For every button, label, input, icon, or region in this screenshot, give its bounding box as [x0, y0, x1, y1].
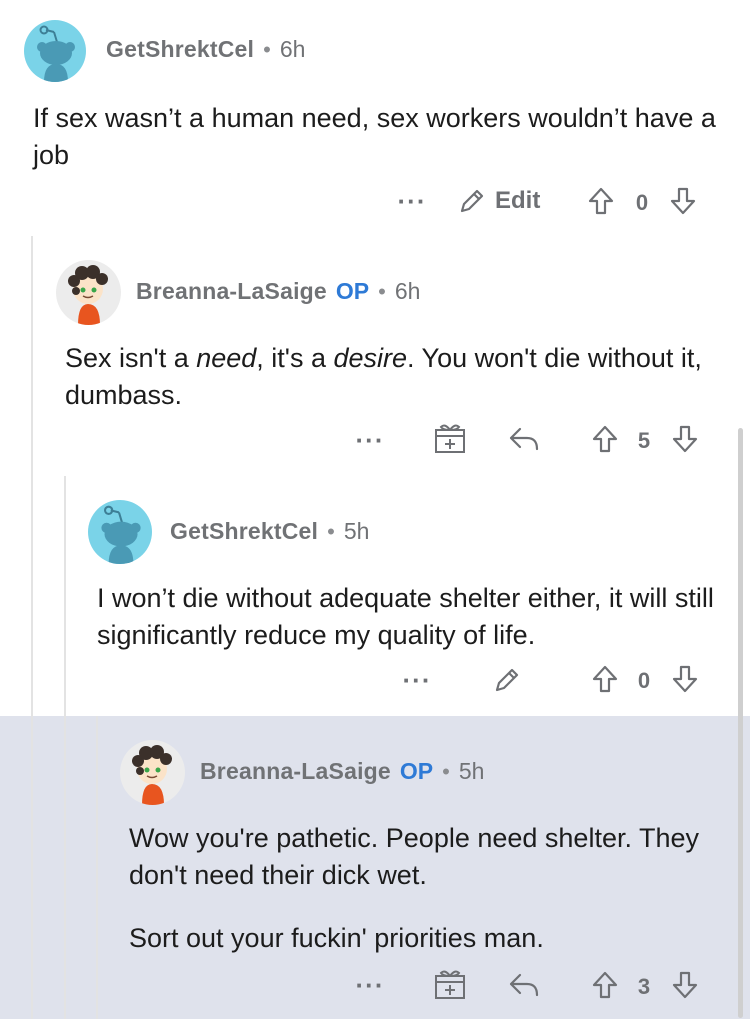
timestamp: 5h — [343, 518, 370, 544]
comment-paragraph: Wow you're pathetic. People need shelter… — [129, 823, 700, 890]
arrow-up-icon — [591, 424, 619, 454]
meta-separator: • — [442, 758, 450, 784]
edit-label: Edit — [495, 187, 541, 214]
thread-line-level-3[interactable] — [96, 716, 98, 1019]
snoo-avatar[interactable] — [88, 500, 152, 564]
timestamp: 6h — [394, 278, 421, 304]
vote-score: 5 — [637, 428, 651, 453]
reply-button[interactable] — [506, 968, 542, 1000]
emphasis-text: need — [196, 343, 257, 373]
downvote-button[interactable] — [668, 184, 698, 218]
upvote-button[interactable] — [590, 422, 620, 456]
more-options-button[interactable]: ··· — [390, 186, 434, 216]
meta-separator: • — [327, 518, 335, 544]
more-options-button[interactable]: ··· — [348, 425, 392, 455]
comment-meta: Breanna-LaSaige OP • 5h — [200, 758, 484, 785]
arrow-down-icon — [671, 424, 699, 454]
timestamp: 5h — [458, 758, 485, 784]
vote-score: 0 — [637, 668, 651, 693]
downvote-button[interactable] — [670, 662, 700, 696]
upvote-button[interactable] — [590, 968, 620, 1002]
thread-line-level-1[interactable] — [31, 236, 33, 1019]
custom-avatar[interactable] — [120, 740, 185, 805]
arrow-up-icon — [591, 970, 619, 1000]
vote-score: 0 — [635, 190, 649, 215]
comment-paragraph: Sort out your fuckin' priorities man. — [129, 923, 544, 953]
award-button[interactable] — [432, 966, 468, 1002]
timestamp: 6h — [279, 36, 306, 62]
username[interactable]: GetShrektCel — [170, 518, 318, 545]
username[interactable]: Breanna-LaSaige — [136, 278, 327, 305]
more-options-button[interactable]: ··· — [395, 665, 439, 695]
arrow-down-icon — [671, 970, 699, 1000]
text-run: Sex isn't a — [65, 343, 197, 373]
arrow-down-icon — [669, 186, 697, 216]
username[interactable]: Breanna-LaSaige — [200, 758, 391, 785]
comment-meta: GetShrektCel • 5h — [170, 518, 369, 545]
downvote-button[interactable] — [670, 422, 700, 456]
gift-icon — [433, 421, 467, 455]
meta-separator: • — [263, 36, 271, 62]
arrow-up-icon — [591, 664, 619, 694]
comment-body: If sex wasn’t a human need, sex workers … — [33, 103, 716, 170]
pencil-icon — [492, 665, 522, 695]
edit-button[interactable]: Edit — [457, 183, 540, 219]
arrow-down-icon — [671, 664, 699, 694]
pencil-icon — [457, 186, 487, 216]
text-run: , it's a — [256, 343, 334, 373]
scrollbar[interactable] — [738, 428, 743, 1018]
op-badge: OP — [399, 758, 434, 784]
vote-score: 3 — [637, 974, 651, 999]
emphasis-text: desire — [333, 343, 408, 373]
comment-body: Sex isn't a need, it's a desire. You won… — [65, 340, 715, 414]
reply-button[interactable] — [506, 422, 542, 454]
reply-arrow-icon — [507, 969, 541, 999]
comment-meta: GetShrektCel • 6h — [106, 36, 305, 63]
reply-arrow-icon — [507, 423, 541, 453]
snoo-avatar[interactable] — [24, 20, 86, 82]
custom-avatar[interactable] — [56, 260, 121, 325]
username[interactable]: GetShrektCel — [106, 36, 254, 63]
more-options-button[interactable]: ··· — [348, 970, 392, 1000]
award-button[interactable] — [432, 420, 468, 456]
upvote-button[interactable] — [590, 662, 620, 696]
op-badge: OP — [335, 278, 370, 304]
gift-icon — [433, 967, 467, 1001]
upvote-button[interactable] — [586, 184, 616, 218]
thread-line-level-2[interactable] — [64, 476, 66, 1019]
meta-separator: • — [378, 278, 386, 304]
comment-body: I won’t die without adequate shelter eit… — [97, 583, 714, 650]
comment-body: Wow you're pathetic. People need shelter… — [129, 820, 719, 957]
edit-button[interactable] — [490, 663, 524, 697]
comment-meta: Breanna-LaSaige OP • 6h — [136, 278, 420, 305]
downvote-button[interactable] — [670, 968, 700, 1002]
arrow-up-icon — [587, 186, 615, 216]
